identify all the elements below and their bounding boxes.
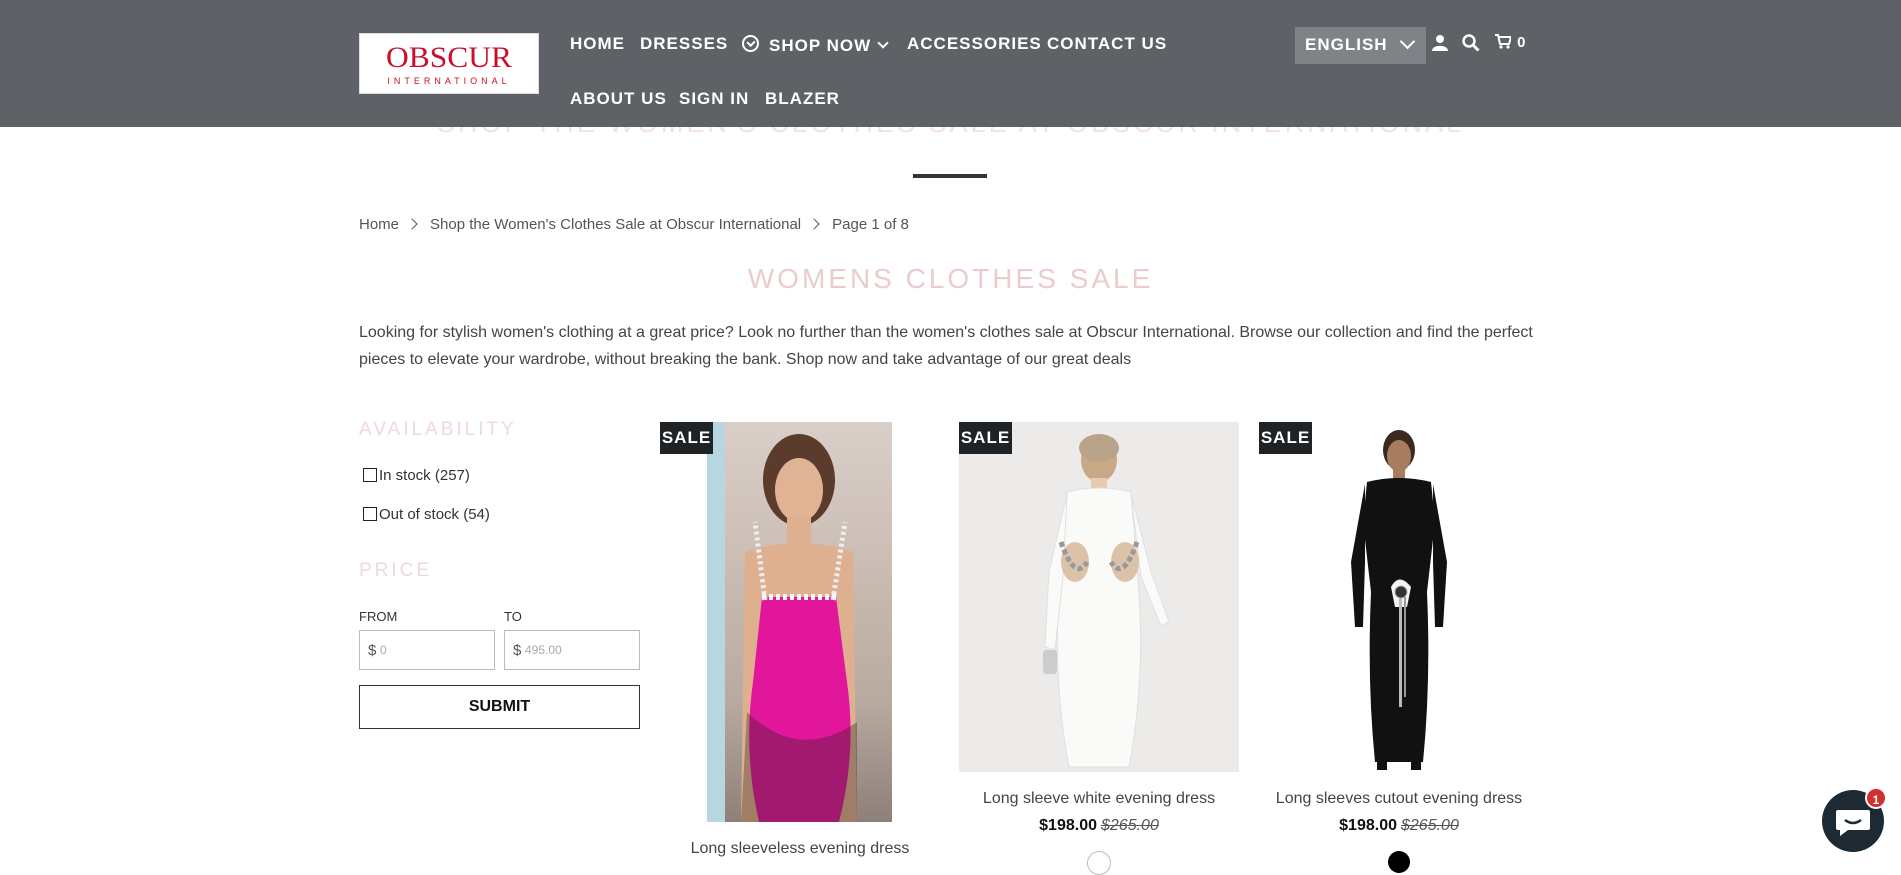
price-heading: PRICE xyxy=(359,560,433,581)
compare-price: $265.00 xyxy=(1101,817,1159,834)
chevron-down-icon xyxy=(1399,33,1416,50)
color-swatch-black[interactable] xyxy=(1388,851,1410,873)
product-photo xyxy=(1351,430,1447,770)
chevron-right-icon xyxy=(808,218,820,230)
cart-count: 0 xyxy=(1517,34,1526,51)
nav-about-us[interactable]: ABOUT US xyxy=(570,89,667,109)
price-to-placeholder: 495.00 xyxy=(525,643,562,657)
product-price: $198.00 $265.00 xyxy=(959,817,1239,835)
collection-description: Looking for stylish women's clothing at … xyxy=(359,324,1533,368)
search-icon[interactable] xyxy=(1462,34,1480,52)
breadcrumb: Home Shop the Women's Clothes Sale at Obs… xyxy=(359,216,909,233)
download-icon xyxy=(742,35,759,52)
chevron-right-icon xyxy=(406,218,418,230)
product-name[interactable]: Long sleeves cutout evening dress xyxy=(1259,790,1539,808)
price-from-placeholder: 0 xyxy=(380,643,387,657)
out-of-stock-filter[interactable]: Out of stock (54) xyxy=(363,506,490,523)
in-stock-checkbox[interactable] xyxy=(363,468,377,482)
product-photo xyxy=(1043,434,1170,768)
currency-symbol: $ xyxy=(513,642,522,659)
breadcrumb-page: Page 1 of 8 xyxy=(832,216,909,233)
in-stock-label: In stock (257) xyxy=(379,467,470,484)
price-from-input[interactable]: $ 0 xyxy=(359,630,495,670)
sale-badge: SALE xyxy=(1259,422,1312,454)
brand-logo[interactable]: OBSCUR INTERNATIONAL xyxy=(359,33,539,94)
product-price: $198.00 $265.00 xyxy=(1259,817,1539,835)
language-selector[interactable]: ENGLISH xyxy=(1295,27,1426,64)
logo-wordmark: OBSCUR xyxy=(385,41,513,74)
language-label: ENGLISH xyxy=(1305,35,1388,54)
account-icon[interactable] xyxy=(1431,34,1449,52)
logo-subline: INTERNATIONAL xyxy=(387,76,511,86)
out-of-stock-label: Out of stock (54) xyxy=(379,506,490,523)
currency-symbol: $ xyxy=(368,642,377,659)
page-title: WOMENS CLOTHES SALE xyxy=(747,263,1154,294)
cart-button[interactable]: 0 xyxy=(1495,33,1526,51)
product-name[interactable]: Long sleeve white evening dress xyxy=(959,790,1239,808)
price-to-input[interactable]: $ 495.00 xyxy=(504,630,640,670)
chat-unread-badge: 1 xyxy=(1865,787,1887,809)
breadcrumb-collection[interactable]: Shop the Women's Clothes Sale at Obscur … xyxy=(430,216,801,233)
in-stock-filter[interactable]: In stock (257) xyxy=(363,467,470,484)
nav-shop-now-label: SHOP NOW xyxy=(769,36,872,55)
sale-badge: SALE xyxy=(959,422,1012,454)
nav-blazer[interactable]: BLAZER xyxy=(765,89,840,109)
compare-price: $265.00 xyxy=(1401,817,1459,834)
nav-home[interactable]: HOME xyxy=(570,34,625,54)
cart-icon xyxy=(1495,34,1513,49)
nav-accessories[interactable]: ACCESSORIES xyxy=(907,34,1042,54)
color-swatch-white[interactable] xyxy=(1087,851,1111,875)
product-image-3[interactable] xyxy=(1259,422,1539,772)
nav-shop-now[interactable]: SHOP NOW xyxy=(742,34,889,56)
nav-dresses[interactable]: DRESSES xyxy=(640,34,728,54)
product-photo xyxy=(707,422,857,822)
out-of-stock-checkbox[interactable] xyxy=(363,507,377,521)
chevron-down-icon xyxy=(877,37,889,49)
price-submit-button[interactable]: SUBMIT xyxy=(359,685,640,729)
nav-contact-us[interactable]: CONTACT US xyxy=(1047,34,1167,54)
title-divider xyxy=(913,174,987,178)
product-image-1[interactable] xyxy=(707,422,892,822)
availability-heading: AVAILABILITY xyxy=(359,419,517,440)
site-header: OBSCUR INTERNATIONAL HOME DRESSES SHOP N… xyxy=(0,0,1901,127)
sale-badge: SALE xyxy=(660,422,713,454)
sale-price: $198.00 xyxy=(1039,817,1097,834)
price-to-label: TO xyxy=(504,609,522,624)
product-image-2[interactable] xyxy=(959,422,1239,772)
product-name[interactable]: Long sleeveless evening dress xyxy=(660,840,940,858)
price-from-label: FROM xyxy=(359,609,398,624)
nav-sign-in[interactable]: SIGN IN xyxy=(679,89,749,109)
sale-price: $198.00 xyxy=(1339,817,1397,834)
breadcrumb-home[interactable]: Home xyxy=(359,216,399,233)
